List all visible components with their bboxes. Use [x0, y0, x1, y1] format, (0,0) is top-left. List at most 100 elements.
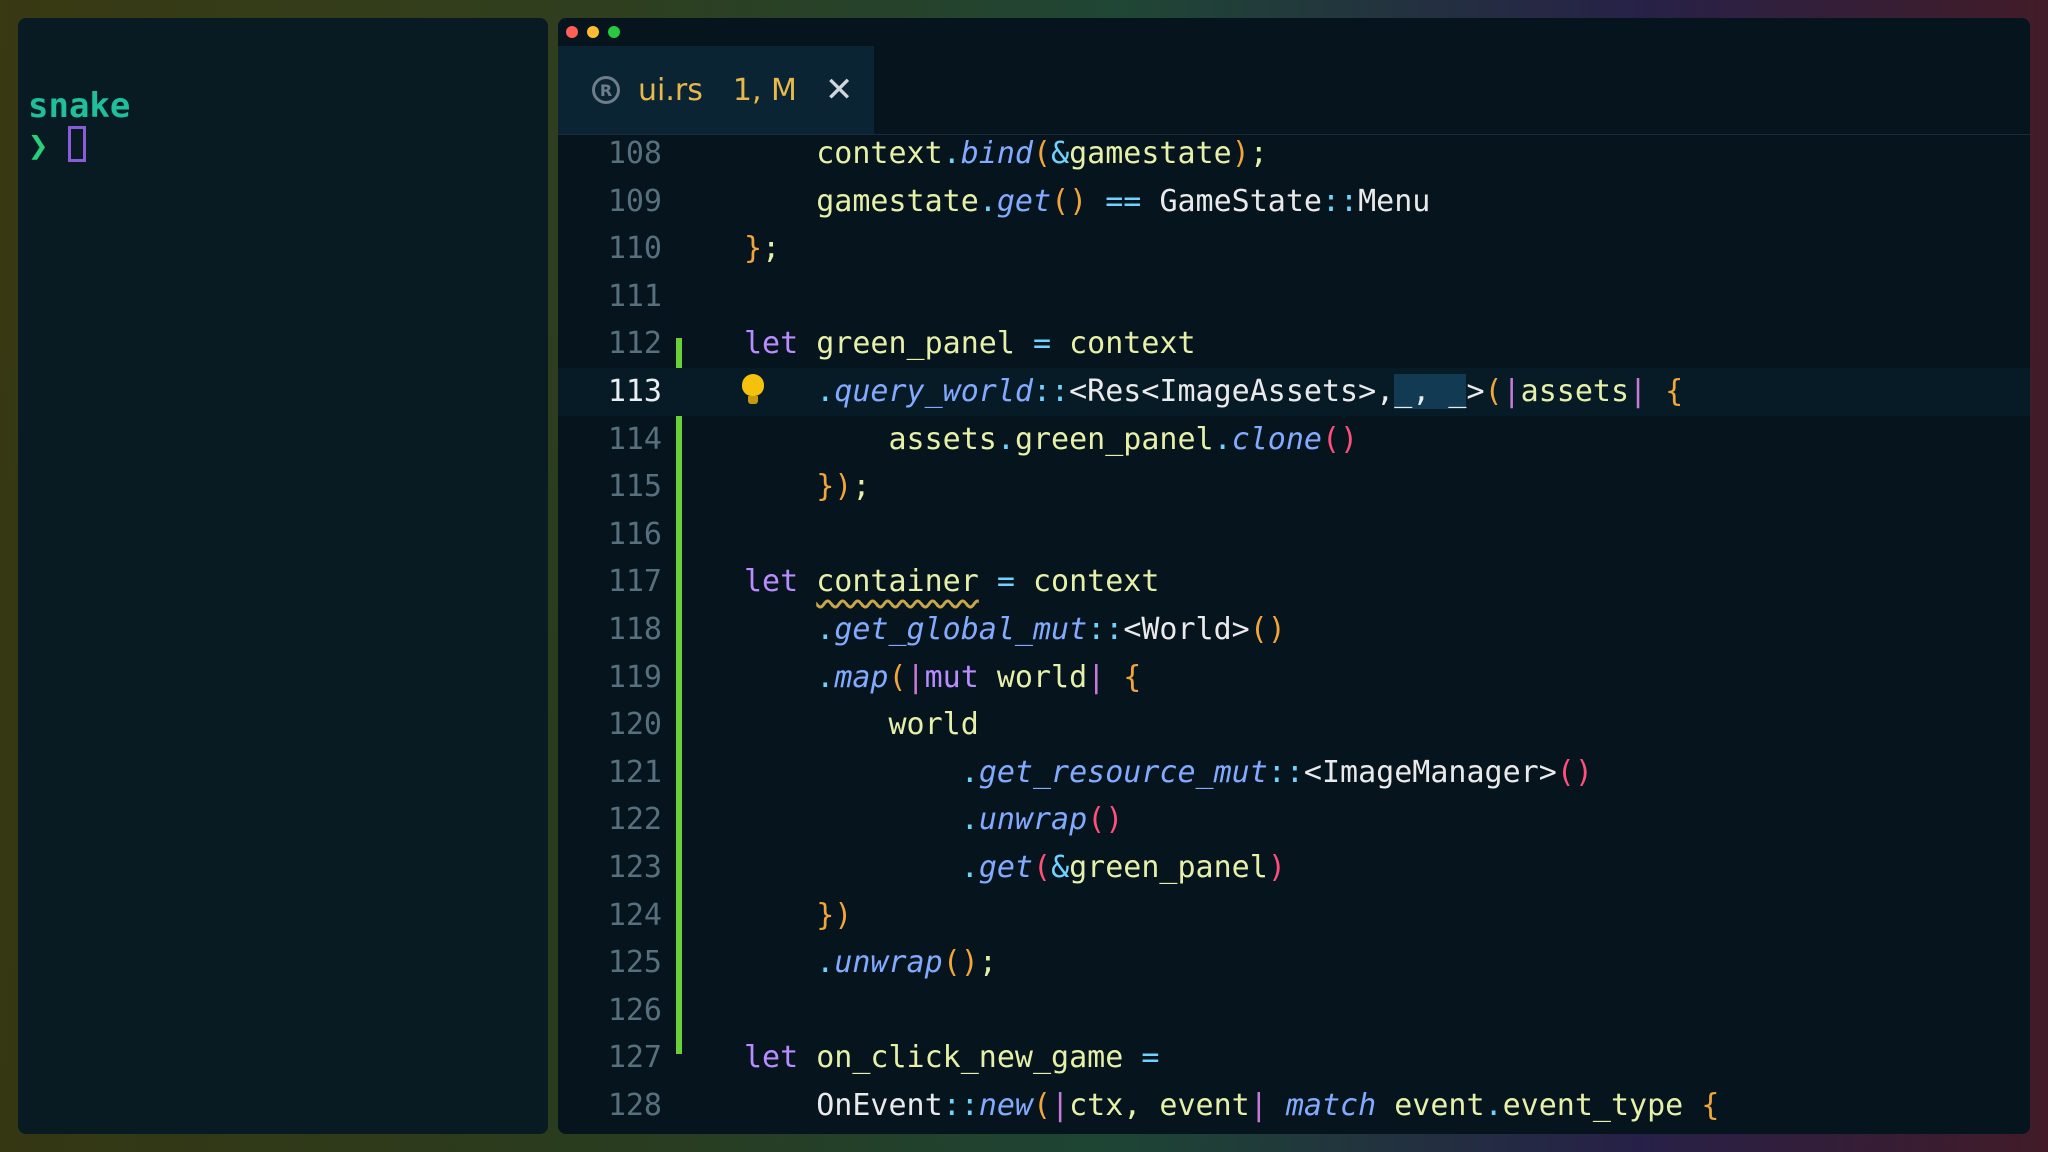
code-token: gamestate [744, 183, 979, 219]
code-token: { [1647, 374, 1684, 409]
terminal-panel[interactable]: snake ❯ [18, 18, 548, 1134]
code-line[interactable]: 108 context.bind(&gamestate); [558, 130, 2030, 178]
code-token: get [978, 850, 1033, 885]
minimize-window-button[interactable] [587, 26, 599, 38]
line-number: 122 [607, 802, 662, 838]
window-controls [566, 26, 620, 38]
code-line[interactable]: 113 .query_world::<Res<ImageAssets>,_, _… [558, 368, 2030, 416]
code-token: () [1556, 754, 1593, 790]
code-token: }) [744, 469, 853, 505]
code-token: :: [1267, 754, 1304, 790]
code-token: unwrap [978, 802, 1088, 838]
line-number: 115 [607, 469, 662, 505]
code-token: context [1014, 564, 1160, 600]
line-number: 113 [607, 374, 662, 409]
code-line[interactable]: 123 .get(&green_panel) [558, 844, 2030, 892]
code-token: | [1051, 1088, 1070, 1123]
code-line[interactable]: 118 .get_global_mut::<World>() [558, 606, 2030, 654]
code-line[interactable]: 128 OnEvent::new(|ctx, event| match even… [558, 1082, 2030, 1130]
code-line[interactable]: 117 let container = context [558, 558, 2030, 606]
code-line[interactable]: 126 [558, 987, 2030, 1035]
code-token: | [1629, 374, 1648, 409]
code-view[interactable]: 108 context.bind(&gamestate); 109 gamesta… [558, 136, 2030, 1134]
code-text: let on_click_new_game = [744, 1034, 1159, 1082]
code-token: get_global_mut [834, 612, 1088, 647]
terminal-directory: snake [28, 86, 131, 126]
code-token: . [996, 421, 1015, 457]
code-line[interactable]: 109 gamestate.get() == GameState::Menu [558, 178, 2030, 226]
code-token: | [906, 659, 925, 695]
code-token: ( [1033, 136, 1052, 171]
code-line[interactable]: 114 assets.green_panel.clone() [558, 416, 2030, 464]
code-token: context [744, 136, 943, 171]
code-token: event_type [1502, 1088, 1702, 1123]
line-number: 125 [607, 945, 662, 981]
code-text: .get_resource_mut::<ImageManager>() [744, 749, 1593, 797]
code-line[interactable]: 127 let on_click_new_game = [558, 1034, 2030, 1082]
code-token: :: [1322, 183, 1359, 219]
code-text: gamestate.get() == GameState::Menu [744, 178, 1430, 226]
line-number: 110 [607, 231, 662, 267]
code-token: . [942, 136, 961, 171]
code-text: .map(|mut world| { [744, 654, 1141, 702]
code-token: ( [1033, 850, 1052, 885]
line-number: 123 [607, 850, 662, 885]
close-window-button[interactable] [566, 26, 578, 38]
code-text: OnEvent::new(|ctx, event| match event.ev… [744, 1082, 1719, 1130]
code-token: event [1376, 1088, 1485, 1123]
code-token: OnEvent [744, 1088, 943, 1123]
maximize-window-button[interactable] [608, 26, 620, 38]
code-token: | [1087, 659, 1106, 695]
code-line[interactable]: 116 [558, 511, 2030, 559]
code-token: . [744, 374, 835, 409]
code-line[interactable]: 119 .map(|mut world| { [558, 654, 2030, 702]
tab-ui-rs[interactable]: R ui.rs 1, M ✕ [558, 46, 874, 134]
code-line[interactable]: 120 world [558, 701, 2030, 749]
tab-bar: R ui.rs 1, M ✕ [558, 46, 2030, 135]
code-line[interactable]: 115 }); [558, 463, 2030, 511]
code-text: }); [744, 463, 870, 511]
code-line[interactable]: 122 .unwrap() [558, 796, 2030, 844]
code-token: match [1285, 1088, 1377, 1123]
code-token: assets [1520, 374, 1630, 409]
code-line[interactable]: 111 [558, 273, 2030, 321]
code-line[interactable]: 110}; [558, 225, 2030, 273]
terminal-cursor [68, 126, 86, 162]
code-token: :: [1087, 612, 1124, 647]
code-token: world [744, 707, 979, 743]
close-icon[interactable]: ✕ [825, 70, 854, 110]
code-token: ) [1231, 136, 1250, 171]
code-token: > [1466, 374, 1485, 409]
code-token: <World> [1123, 612, 1250, 647]
code-token: mut [924, 659, 979, 695]
code-line[interactable]: 124 }) [558, 892, 2030, 940]
line-number: 116 [607, 516, 662, 552]
code-token: { [1105, 659, 1142, 695]
code-token: . [744, 612, 835, 647]
code-token: ctx, event [1069, 1088, 1250, 1123]
code-token: ; [978, 945, 997, 981]
code-text: .query_world::<Res<ImageAssets>,_, _>(|a… [744, 368, 1683, 416]
code-line[interactable]: 121 .get_resource_mut::<ImageManager>() [558, 749, 2030, 797]
code-text: world [744, 701, 979, 749]
code-text: }; [744, 225, 780, 273]
code-token: . [1484, 1088, 1503, 1123]
code-token: () [1249, 612, 1286, 647]
code-token: ; [1249, 136, 1268, 171]
code-line[interactable]: 125 .unwrap(); [558, 939, 2030, 987]
code-token: () [1051, 183, 1088, 219]
code-line[interactable]: 112 let green_panel = context [558, 320, 2030, 368]
code-token: . [744, 945, 835, 981]
code-token: clone [1231, 421, 1322, 457]
code-token: :: [942, 1088, 979, 1123]
code-text: .get(&green_panel) [744, 844, 1286, 892]
code-token: & [1051, 850, 1070, 885]
code-token: ( [888, 659, 907, 695]
code-token: ( [1033, 1088, 1052, 1123]
code-token: = [996, 564, 1015, 600]
code-text: .unwrap(); [744, 939, 997, 987]
code-token: () [1322, 421, 1359, 457]
code-token: green_panel [798, 326, 1033, 362]
code-token: green_panel [1014, 421, 1214, 457]
